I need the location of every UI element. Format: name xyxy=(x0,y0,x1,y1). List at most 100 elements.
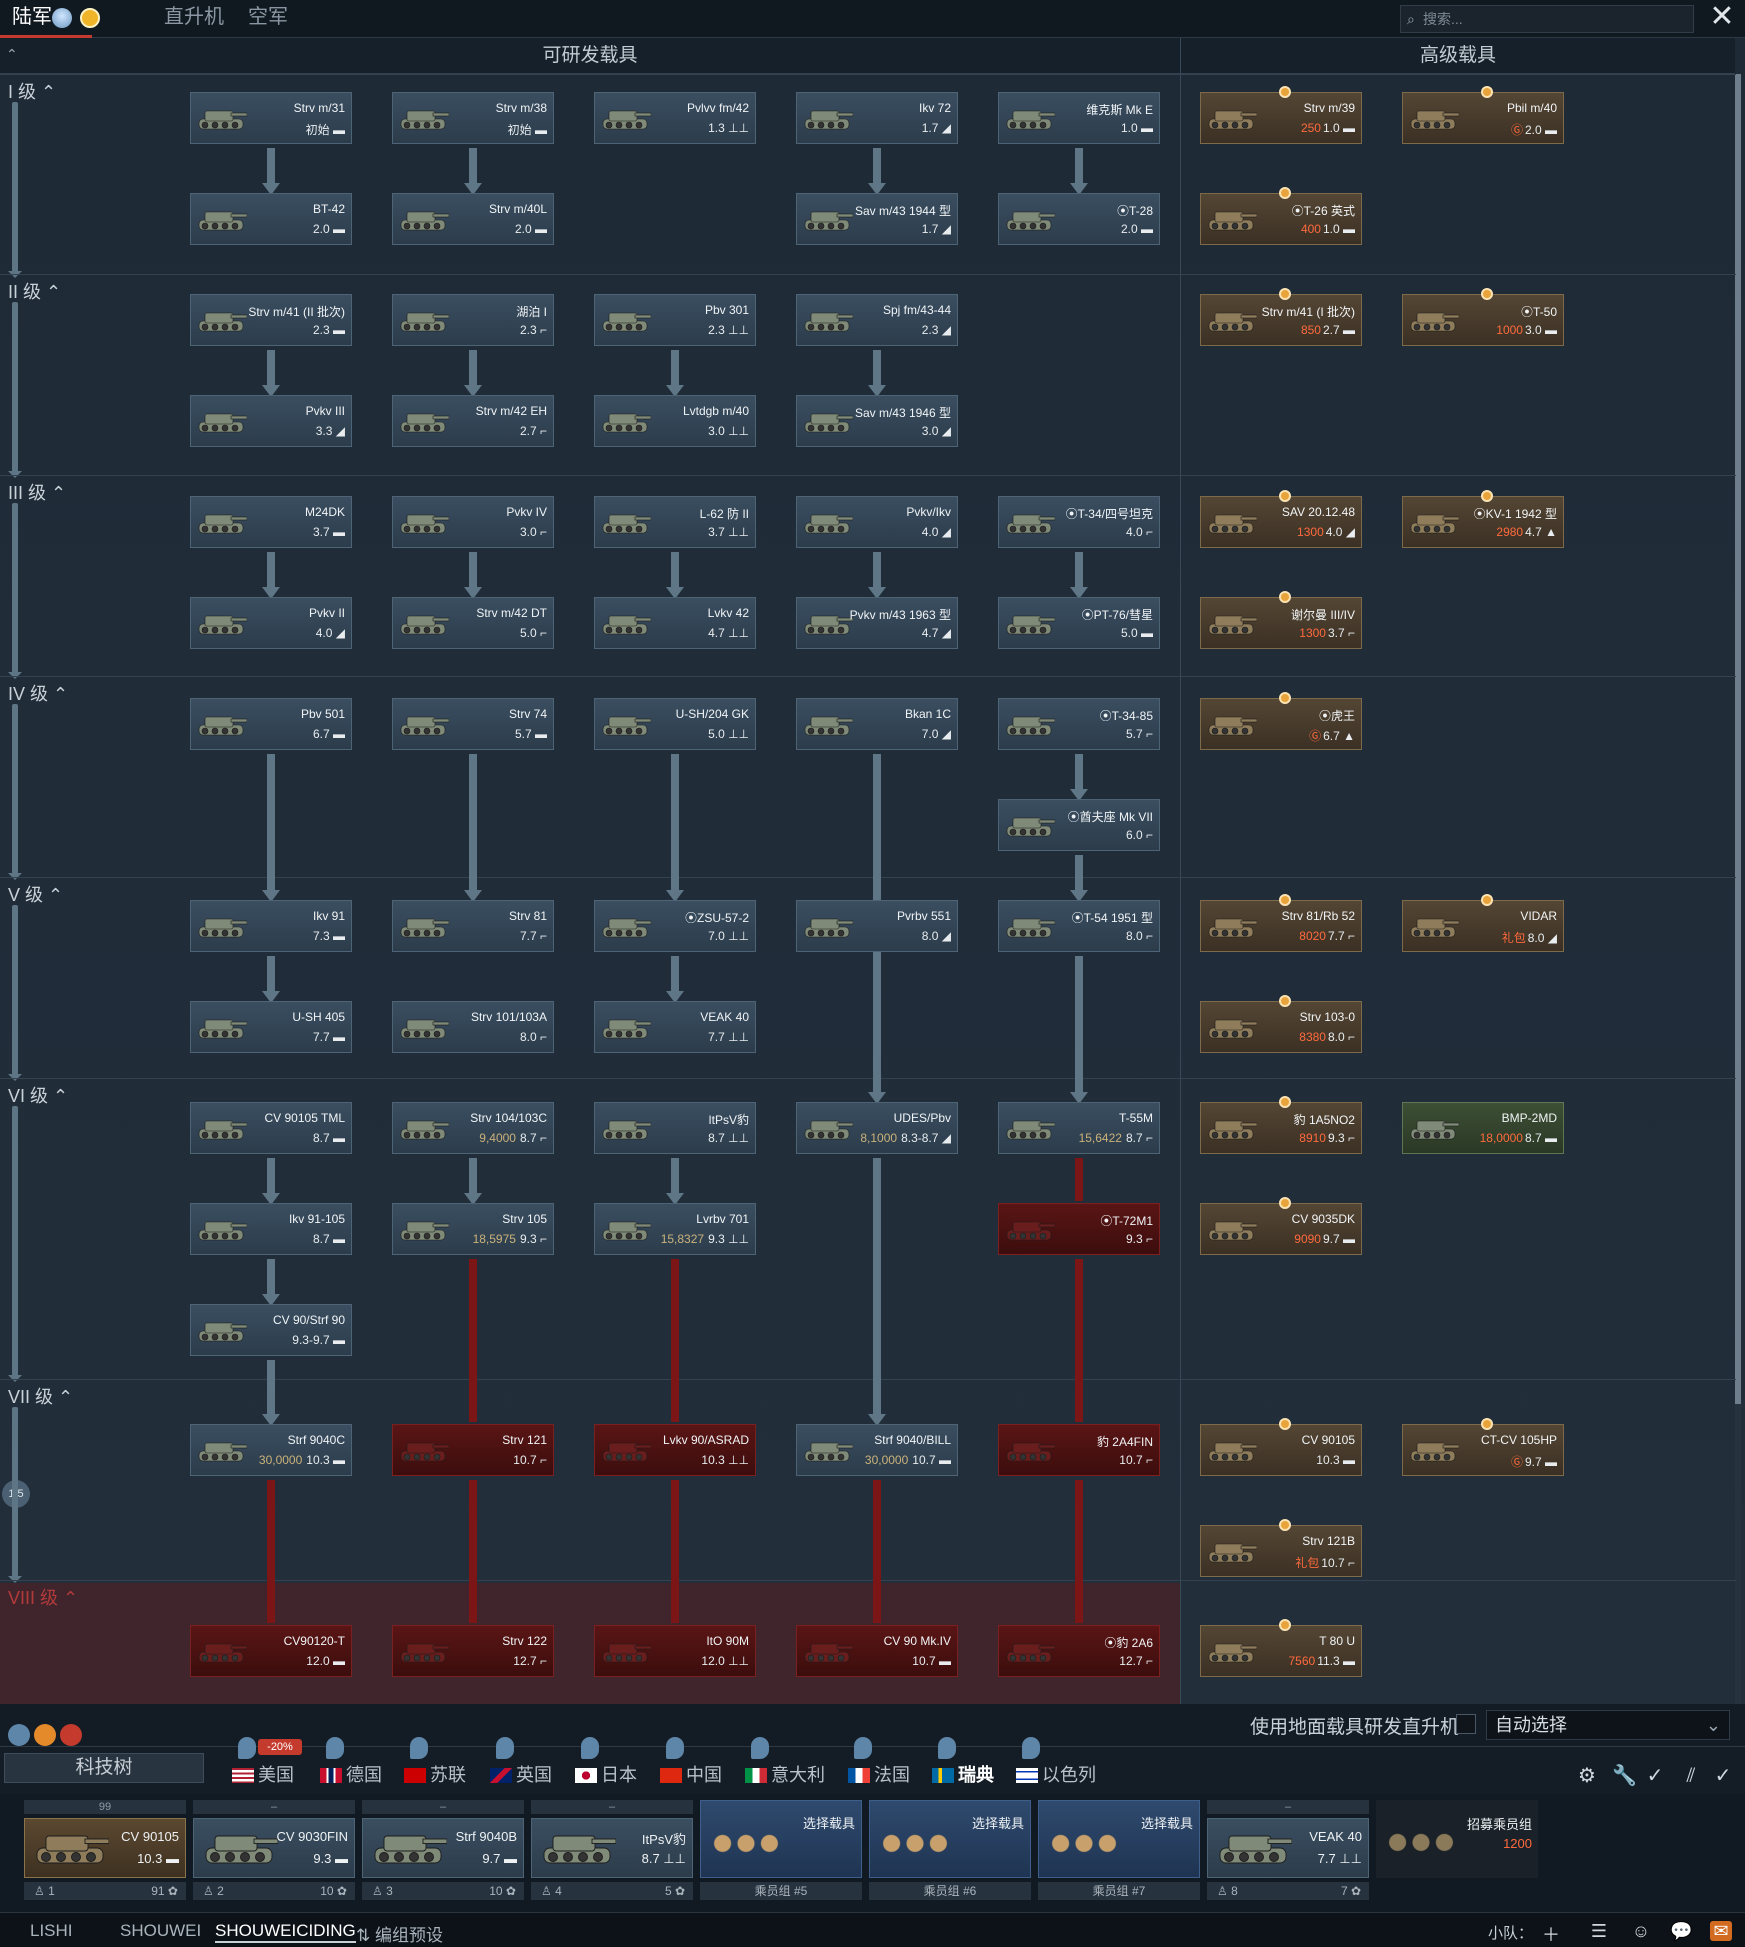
vehicle-card-m24dk[interactable]: M24DK 3.7 ▬ xyxy=(190,496,352,548)
slot-vehicle[interactable]: Strf 9040B 9.7 ▬ xyxy=(362,1818,524,1878)
vehicle-card-pvkv-iii[interactable]: Pvkv III 3.3 ◢ xyxy=(190,395,352,447)
vehicle-card-t-28[interactable]: ⦿T-28 2.0 ▬ xyxy=(998,193,1160,245)
nation-sweden[interactable]: 瑞典 xyxy=(932,1761,994,1787)
nation-israel[interactable]: 以色列 xyxy=(1016,1761,1096,1787)
vehicle-card-i[interactable]: 湖泊 I 2.3 ⌐ xyxy=(392,294,554,346)
vehicle-card-spj-fm-43-44[interactable]: Spj fm/43-44 2.3 ◢ xyxy=(796,294,958,346)
crew-slot-empty[interactable]: 选择载具 乘员组 #5 xyxy=(700,1800,862,1904)
premium-card-strv-m-41-i[interactable]: Strv m/41 (I 批次) 850 2.7 ▬ xyxy=(1200,288,1362,346)
nation-ussr[interactable]: 苏联 xyxy=(404,1761,466,1787)
tech-tree-button[interactable]: 科技树 xyxy=(4,1753,204,1783)
premium-card-1a5no2[interactable]: 豹 1A5NO2 8910 9.3 ⌐ xyxy=(1200,1096,1362,1154)
premium-card-strv-103-0[interactable]: Strv 103-0 8380 8.0 ⌐ xyxy=(1200,995,1362,1053)
vehicle-card-t-34-85[interactable]: ⦿T-34-85 5.7 ⌐ xyxy=(998,698,1160,750)
vehicle-card-pvkv-iv[interactable]: Pvkv IV 3.0 ⌐ xyxy=(392,496,554,548)
recruit-crew-button[interactable]: 招募乘员组 1200 xyxy=(1376,1800,1538,1878)
vehicle-card-cv-90-strf-90[interactable]: CV 90/Strf 90 9.3-9.7 ▬ xyxy=(190,1304,352,1356)
vehicle-card-lvtdgb-m-40[interactable]: Lvtdgb m/40 3.0 ⊥⊥ xyxy=(594,395,756,447)
vehicle-card-strv-101-103a[interactable]: Strv 101/103A 8.0 ⌐ xyxy=(392,1001,554,1053)
vehicle-card-strv-m-31[interactable]: Strv m/31 初始 ▬ xyxy=(190,92,352,144)
premium-card-t-26[interactable]: ⦿T-26 英式 400 1.0 ▬ xyxy=(1200,187,1362,245)
vehicle-card-cv-90-mk-iv[interactable]: CV 90 Mk.IV 10.7 ▬ xyxy=(796,1625,958,1677)
select-vehicle-button[interactable]: 选择载具 xyxy=(1038,1800,1200,1878)
close-icon[interactable]: ✕ xyxy=(1706,2,1738,34)
list-icon[interactable]: ☰ xyxy=(1588,1921,1610,1941)
nation-usa[interactable]: 美国 xyxy=(232,1761,294,1787)
nation-britain[interactable]: 英国 xyxy=(490,1761,552,1787)
vehicle-card-pvlvv-fm-42[interactable]: Pvlvv fm/42 1.3 ⊥⊥ xyxy=(594,92,756,144)
recruit-crew-slot[interactable]: 招募乘员组 1200 xyxy=(1376,1800,1538,1904)
vehicle-card-lvrbv-701[interactable]: Lvrbv 701 15,8327 9.3 ⊥⊥ xyxy=(594,1203,756,1255)
premium-card-t-50[interactable]: ⦿T-50 1000 3.0 ▬ xyxy=(1402,288,1564,346)
vehicle-card-cv-90105-tml[interactable]: CV 90105 TML 8.7 ▬ xyxy=(190,1102,352,1154)
vehicle-card-strv-m-40l[interactable]: Strv m/40L 2.0 ▬ xyxy=(392,193,554,245)
vehicle-card-bt-42[interactable]: BT-42 2.0 ▬ xyxy=(190,193,352,245)
vehicle-card-t-54-1951[interactable]: ⦿T-54 1951 型 8.0 ⌐ xyxy=(998,900,1160,952)
vehicle-card-mk-e[interactable]: 维克斯 Mk E 1.0 ▬ xyxy=(998,92,1160,144)
premium-card-iii-iv[interactable]: 谢尔曼 III/IV 1300 3.7 ⌐ xyxy=(1200,591,1362,649)
rank-label-5[interactable]: V 级 ⌃ xyxy=(8,881,63,907)
confirm-icon[interactable]: ✓ xyxy=(1712,1765,1734,1787)
vehicle-card-ito-90m[interactable]: ItO 90M 12.0 ⊥⊥ xyxy=(594,1625,756,1677)
vehicle-card-l-62-ii[interactable]: L-62 防 II 3.7 ⊥⊥ xyxy=(594,496,756,548)
premium-card-strv-81-rb-52[interactable]: Strv 81/Rb 52 8020 7.7 ⌐ xyxy=(1200,894,1362,952)
vehicle-card-pvkv-m-43-1963[interactable]: Pvkv m/43 1963 型 4.7 ◢ xyxy=(796,597,958,649)
tab-helicopters[interactable]: 直升机 xyxy=(152,0,236,38)
check-icon[interactable]: ✓ xyxy=(1644,1765,1666,1787)
vehicle-card-udes-pbv[interactable]: UDES/Pbv 8,1000 8.3-8.7 ◢ xyxy=(796,1102,958,1154)
nation-japan[interactable]: 日本 xyxy=(575,1761,637,1787)
vehicle-card-strv-m-42-dt[interactable]: Strv m/42 DT 5.0 ⌐ xyxy=(392,597,554,649)
friends-icon[interactable]: ☺ xyxy=(1630,1921,1652,1941)
select-vehicle-button[interactable]: 选择载具 xyxy=(869,1800,1031,1878)
tab-army[interactable]: 陆军 xyxy=(0,0,100,38)
vehicle-card-sav-m-43-1944[interactable]: Sav m/43 1944 型 1.7 ◢ xyxy=(796,193,958,245)
preset-tab-shouweiciding[interactable]: SHOUWEICIDING xyxy=(215,1921,356,1943)
search-input[interactable]: ⌕ 搜索... xyxy=(1400,5,1694,33)
vehicle-card-strv-74[interactable]: Strv 74 5.7 ▬ xyxy=(392,698,554,750)
vehicle-card-ikv-72[interactable]: Ikv 72 1.7 ◢ xyxy=(796,92,958,144)
vehicle-card-strv-122[interactable]: Strv 122 12.7 ⌐ xyxy=(392,1625,554,1677)
presets-button[interactable]: ⇅ 编组预设 xyxy=(356,1921,443,1946)
vehicle-card-strv-m-41-ii[interactable]: Strv m/41 (II 批次) 2.3 ▬ xyxy=(190,294,352,346)
slot-vehicle[interactable]: ItPsV豹 8.7 ⊥⊥ xyxy=(531,1818,693,1878)
rank-label-8[interactable]: VIII 级 ⌃ xyxy=(8,1584,78,1610)
heli-research-checkbox[interactable] xyxy=(1456,1714,1476,1734)
crew-slot-empty[interactable]: 选择载具 乘员组 #7 xyxy=(1038,1800,1200,1904)
vehicle-card-pbv-501[interactable]: Pbv 501 6.7 ▬ xyxy=(190,698,352,750)
vehicle-card-zsu-57-2[interactable]: ⦿ZSU-57-2 7.0 ⊥⊥ xyxy=(594,900,756,952)
preset-tab-lishi[interactable]: LISHI xyxy=(30,1921,73,1941)
vehicle-card-strv-104-103c[interactable]: Strv 104/103C 9,4000 8.7 ⌐ xyxy=(392,1102,554,1154)
vehicle-card-t-55m[interactable]: T-55M 15,6422 8.7 ⌐ xyxy=(998,1102,1160,1154)
nation-italy[interactable]: 意大利 xyxy=(745,1761,825,1787)
premium-card-pbil-m-40[interactable]: Pbil m/40 Ⓖ 2.0 ▬ xyxy=(1402,86,1564,144)
premium-card-strv-121b[interactable]: Strv 121B 礼包 10.7 ⌐ xyxy=(1200,1519,1362,1577)
crew-slot-empty[interactable]: 选择载具 乘员组 #6 xyxy=(869,1800,1031,1904)
wrench-icon[interactable]: 🔧 xyxy=(1612,1765,1637,1787)
slot-vehicle[interactable]: VEAK 40 7.7 ⊥⊥ xyxy=(1207,1818,1369,1878)
vehicle-card-itpsv[interactable]: ItPsV豹 8.7 ⊥⊥ xyxy=(594,1102,756,1154)
premium-card-t-80-u[interactable]: T 80 U 7560 11.3 ▬ xyxy=(1200,1619,1362,1677)
vehicle-card-pvkv-ikv[interactable]: Pvkv/Ikv 4.0 ◢ xyxy=(796,496,958,548)
vehicle-card-2a6[interactable]: ⦿豹 2A6 12.7 ⌐ xyxy=(998,1625,1160,1677)
gear-icon[interactable]: ⚙ xyxy=(1576,1765,1598,1787)
preset-tab-shouwei[interactable]: SHOUWEI xyxy=(120,1921,201,1941)
nation-france[interactable]: 法国 xyxy=(848,1761,910,1787)
crew-slot-3[interactable]: – Strf 9040B 9.7 ▬ ♙ 3 10 ✿ xyxy=(362,1800,524,1904)
vehicle-card-strv-m-38[interactable]: Strv m/38 初始 ▬ xyxy=(392,92,554,144)
premium-card-vidar[interactable]: VIDAR 礼包 8.0 ◢ xyxy=(1402,894,1564,952)
chat-icon[interactable]: 💬 xyxy=(1670,1921,1692,1941)
vehicle-card-strv-m-42-eh[interactable]: Strv m/42 EH 2.7 ⌐ xyxy=(392,395,554,447)
vehicle-card-ikv-91[interactable]: Ikv 91 7.3 ▬ xyxy=(190,900,352,952)
premium-card-sav-20-12-48[interactable]: SAV 20.12.48 1300 4.0 ◢ xyxy=(1200,490,1362,548)
premium-card-vehicle[interactable]: ⦿虎王 Ⓖ 6.7 ▲ xyxy=(1200,692,1362,750)
vehicle-card-cv90120-t[interactable]: CV90120-T 12.0 ▬ xyxy=(190,1625,352,1677)
vehicle-card-bkan-1c[interactable]: Bkan 1C 7.0 ◢ xyxy=(796,698,958,750)
select-vehicle-button[interactable]: 选择载具 xyxy=(700,1800,862,1878)
mail-icon[interactable]: ✉ xyxy=(1710,1921,1732,1941)
vehicle-card-lvkv-42[interactable]: Lvkv 42 4.7 ⊥⊥ xyxy=(594,597,756,649)
vehicle-card-strv-121[interactable]: Strv 121 10.7 ⌐ xyxy=(392,1424,554,1476)
tab-aircraft[interactable]: 空军 xyxy=(236,0,300,38)
nation-germany[interactable]: 德国 xyxy=(320,1761,382,1787)
slot-vehicle[interactable]: CV 90105 10.3 ▬ xyxy=(24,1818,186,1878)
vehicle-card-pt-76[interactable]: ⦿PT-76/彗星 5.0 ▬ xyxy=(998,597,1160,649)
